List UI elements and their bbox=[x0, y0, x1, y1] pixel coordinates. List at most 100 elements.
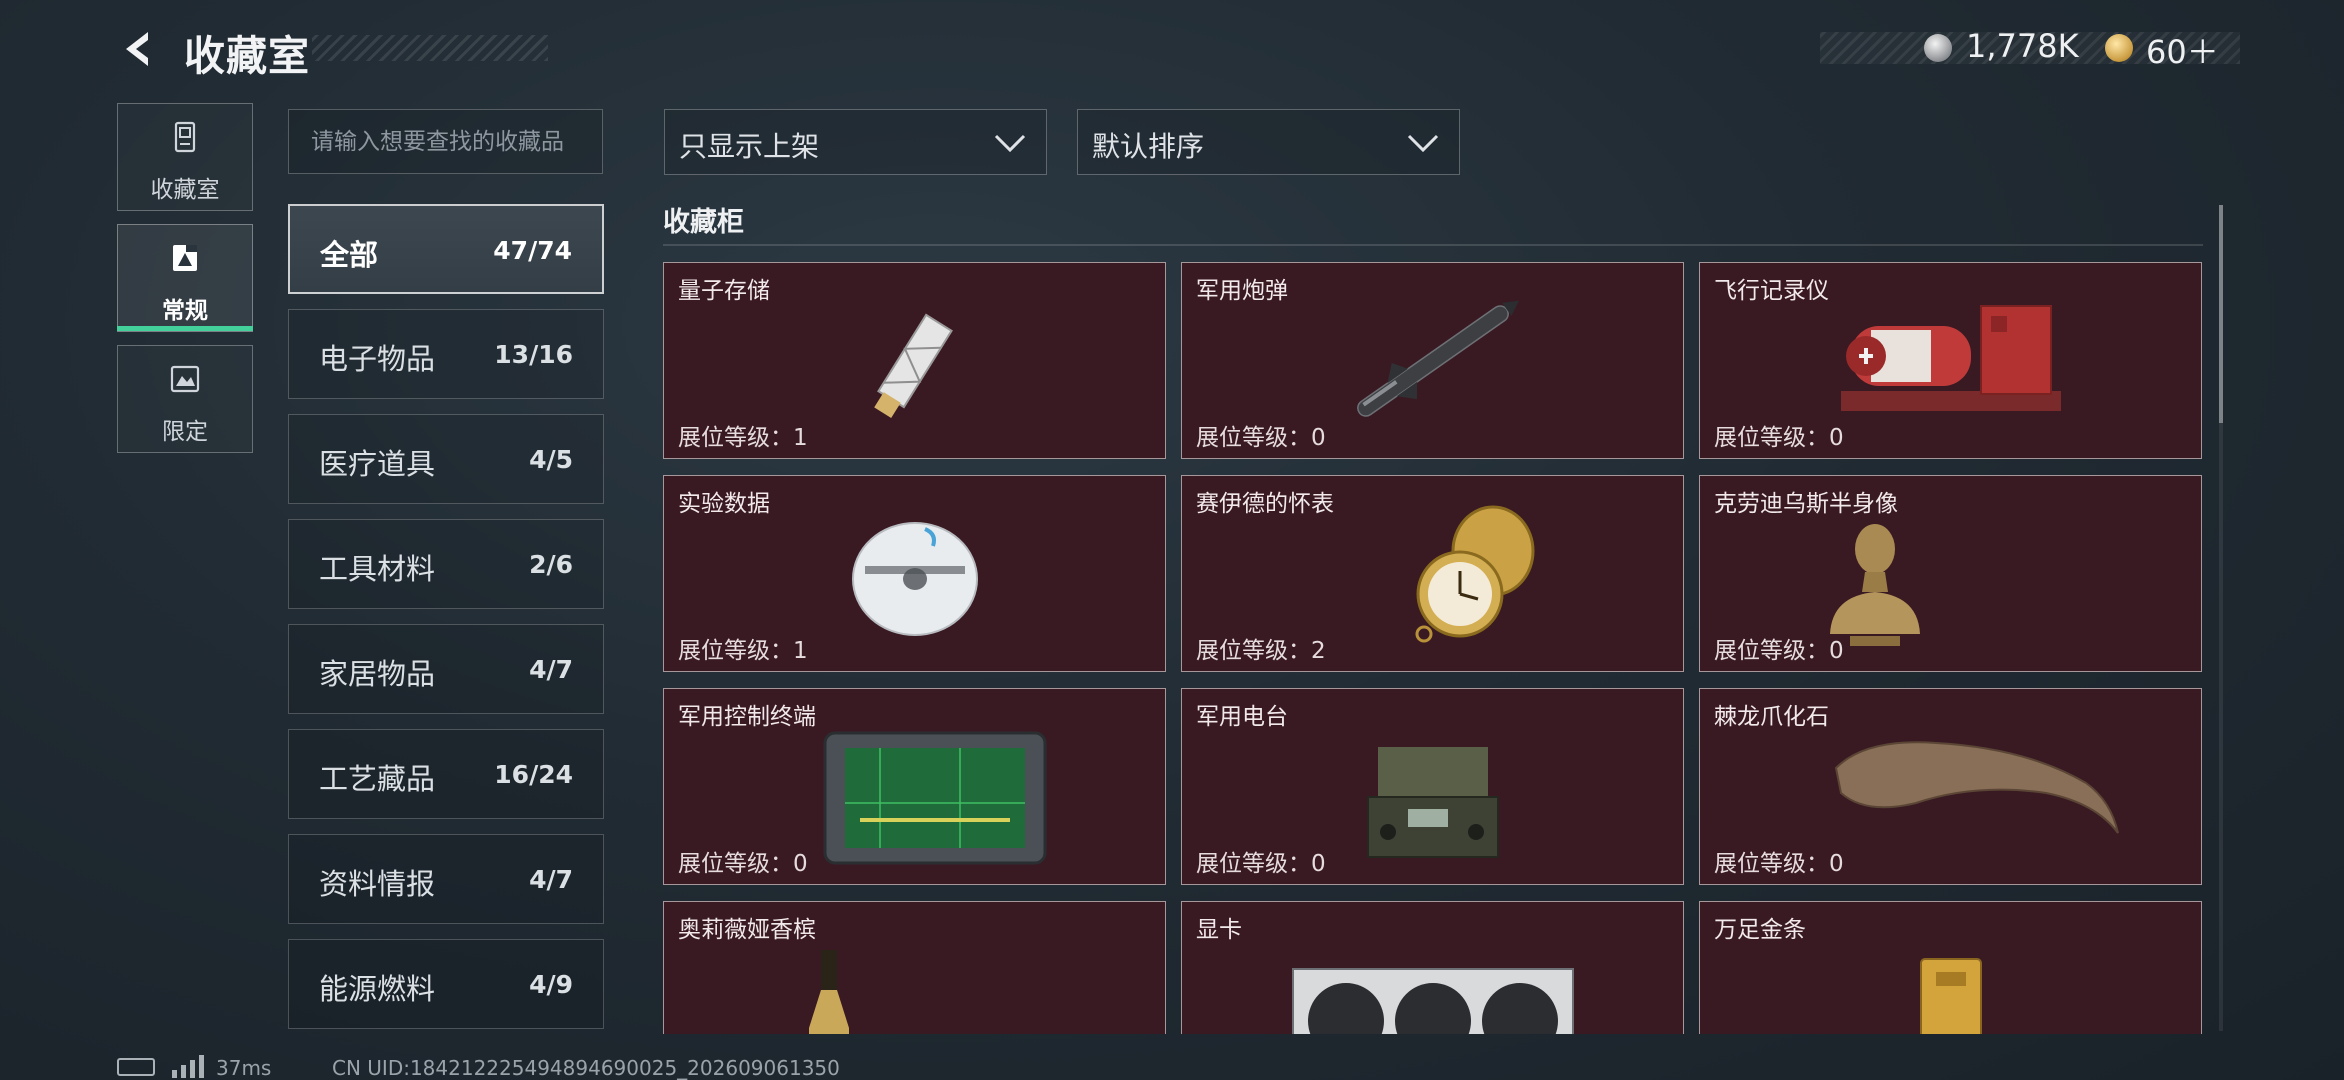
collection-item-card[interactable]: 军用电台 展位等级：0 bbox=[1181, 688, 1684, 885]
item-name: 军用控制终端 bbox=[678, 704, 816, 730]
nav-regular[interactable]: 常规 bbox=[117, 224, 253, 332]
silver-coin-icon bbox=[1924, 34, 1952, 62]
search-box[interactable] bbox=[288, 109, 603, 174]
section-title: 收藏柜 bbox=[663, 207, 744, 238]
category-name: 工具材料 bbox=[319, 552, 436, 586]
collection-grid: 量子存储 展位等级：1 军用炮弹 展位等级：0 飞行记录仪 展位等级：0 实验数… bbox=[663, 262, 2203, 1034]
category-count: 47/74 bbox=[493, 236, 572, 265]
collection-item-card[interactable]: 棘龙爪化石 展位等级：0 bbox=[1699, 688, 2202, 885]
category-count: 4/9 bbox=[529, 970, 573, 999]
claw-fossil-icon bbox=[1834, 740, 2119, 834]
collection-item-card[interactable]: 显卡 展位等级： bbox=[1181, 901, 1684, 1034]
item-name: 量子存储 bbox=[678, 278, 770, 304]
level-label: 展位等级： bbox=[678, 851, 793, 877]
gold-bar-icon bbox=[1919, 958, 1982, 1034]
level-label: 展位等级： bbox=[1196, 638, 1311, 664]
category-name: 全部 bbox=[320, 238, 379, 272]
collection-item-card[interactable]: 万足金条 展位等级： bbox=[1699, 901, 2202, 1034]
item-name: 实验数据 bbox=[678, 491, 770, 517]
level-value: 0 bbox=[1829, 638, 1844, 664]
category-count: 13/16 bbox=[494, 340, 573, 369]
level-label: 展位等级： bbox=[678, 638, 793, 664]
scrollbar-thumb[interactable] bbox=[2219, 205, 2223, 423]
category-energy[interactable]: 能源燃料 4/9 bbox=[288, 939, 604, 1029]
radio-icon bbox=[1366, 747, 1499, 859]
back-arrow-icon[interactable] bbox=[118, 28, 160, 70]
nav-collection-room[interactable]: 收藏室 bbox=[117, 103, 253, 211]
disc-icon bbox=[851, 521, 978, 636]
item-level: 展位等级：0 bbox=[1196, 844, 1326, 878]
category-name: 医疗道具 bbox=[319, 447, 436, 481]
gold-currency-value[interactable]: 60＋ bbox=[2146, 27, 2219, 73]
regular-icon bbox=[173, 245, 197, 271]
item-name: 军用炮弹 bbox=[1196, 278, 1288, 304]
category-electronics[interactable]: 电子物品 13/16 bbox=[288, 309, 604, 399]
pocket-watch-icon bbox=[1415, 505, 1535, 642]
dropdown-value: 默认排序 bbox=[1092, 130, 1205, 163]
user-uid: CN UID:18421222549489469​0025_2026090613… bbox=[332, 1056, 840, 1080]
gold-coin-icon bbox=[2105, 34, 2133, 62]
section-divider bbox=[663, 244, 2203, 246]
level-label: 展位等级： bbox=[1196, 425, 1311, 451]
category-all[interactable]: 全部 47/74 bbox=[288, 204, 604, 294]
level-value: 0 bbox=[1829, 851, 1844, 877]
item-name: 棘龙爪化石 bbox=[1714, 704, 1829, 730]
signal-icon bbox=[172, 1055, 204, 1078]
category-crafts[interactable]: 工艺藏品 16/24 bbox=[288, 729, 604, 819]
level-label: 展位等级： bbox=[1714, 425, 1829, 451]
category-intel[interactable]: 资料情报 4/7 bbox=[288, 834, 604, 924]
level-label: 展位等级： bbox=[1714, 638, 1829, 664]
collection-item-card[interactable]: 实验数据 展位等级：1 bbox=[663, 475, 1166, 672]
category-name: 电子物品 bbox=[319, 342, 436, 376]
item-level: 展位等级：2 bbox=[1196, 631, 1326, 665]
level-value: 0 bbox=[1829, 425, 1844, 451]
item-level: 展位等级：0 bbox=[1714, 631, 1844, 665]
control-terminal-icon bbox=[823, 731, 1047, 865]
chevron-down-icon bbox=[994, 134, 1026, 153]
item-level: 展位等级：1 bbox=[678, 631, 808, 665]
collection-item-card[interactable]: 克劳迪乌斯半身像 展位等级：0 bbox=[1699, 475, 2202, 672]
nav-label: 收藏室 bbox=[150, 177, 220, 203]
level-label: 展位等级： bbox=[1196, 851, 1311, 877]
item-name: 赛伊德的怀表 bbox=[1196, 491, 1334, 517]
item-name: 显卡 bbox=[1196, 917, 1242, 943]
search-input[interactable] bbox=[289, 110, 602, 173]
title-decoration bbox=[312, 35, 548, 61]
collection-item-card[interactable]: 军用炮弹 展位等级：0 bbox=[1181, 262, 1684, 459]
collection-item-card[interactable]: 军用控制终端 展位等级：0 bbox=[663, 688, 1166, 885]
collection-item-card[interactable]: 飞行记录仪 展位等级：0 bbox=[1699, 262, 2202, 459]
page-title: 收藏室 bbox=[184, 32, 310, 80]
nav-limited[interactable]: 限定 bbox=[117, 345, 253, 453]
battery-icon bbox=[117, 1058, 155, 1076]
category-tools[interactable]: 工具材料 2/6 bbox=[288, 519, 604, 609]
item-name: 克劳迪乌斯半身像 bbox=[1714, 491, 1898, 517]
sort-dropdown[interactable]: 默认排序 bbox=[1077, 109, 1460, 175]
collection-room-icon bbox=[174, 121, 196, 153]
item-level: 展位等级：0 bbox=[1714, 844, 1844, 878]
dropdown-value: 只显示上架 bbox=[679, 130, 820, 163]
collection-item-card[interactable]: 奥莉薇娅香槟 展位等级： bbox=[663, 901, 1166, 1034]
item-level: 展位等级：1 bbox=[678, 418, 808, 452]
item-name: 奥莉薇娅香槟 bbox=[678, 917, 816, 943]
category-medical[interactable]: 医疗道具 4/5 bbox=[288, 414, 604, 504]
category-name: 能源燃料 bbox=[319, 972, 436, 1006]
category-count: 4/7 bbox=[529, 865, 573, 894]
level-value: 0 bbox=[1311, 851, 1326, 877]
collection-item-card[interactable]: 量子存储 展位等级：1 bbox=[663, 262, 1166, 459]
category-name: 工艺藏品 bbox=[319, 762, 436, 796]
item-level: 展位等级：0 bbox=[1714, 418, 1844, 452]
item-level: 展位等级：0 bbox=[678, 844, 808, 878]
level-label: 展位等级： bbox=[1714, 851, 1829, 877]
category-count: 2/6 bbox=[529, 550, 573, 579]
level-value: 1 bbox=[793, 638, 808, 664]
collection-item-card[interactable]: 赛伊德的怀表 展位等级：2 bbox=[1181, 475, 1684, 672]
level-value: 2 bbox=[1311, 638, 1326, 664]
champagne-icon bbox=[809, 949, 850, 1034]
category-household[interactable]: 家居物品 4/7 bbox=[288, 624, 604, 714]
level-value: 0 bbox=[793, 851, 808, 877]
item-name: 万足金条 bbox=[1714, 917, 1806, 943]
limited-icon bbox=[170, 365, 200, 393]
category-name: 家居物品 bbox=[319, 657, 436, 691]
shelf-filter-dropdown[interactable]: 只显示上架 bbox=[664, 109, 1047, 175]
chevron-down-icon bbox=[1407, 134, 1439, 153]
